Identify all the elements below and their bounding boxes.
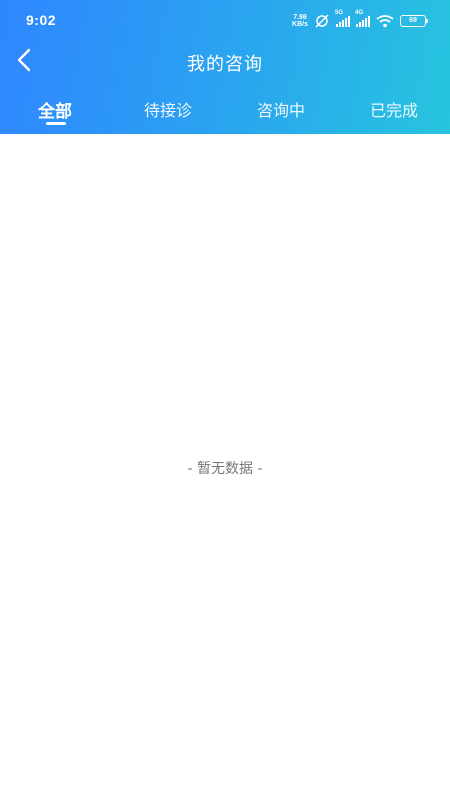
header: 9:02 7.98 KB/s 5G 4G 69 我的咨询 全部 待接诊 咨询中 … bbox=[0, 0, 450, 134]
tab-completed[interactable]: 已完成 bbox=[370, 97, 418, 121]
wifi-icon bbox=[376, 14, 394, 27]
signal-5g-label: 5G bbox=[335, 9, 344, 16]
empty-state-text: - 暂无数据 - bbox=[187, 461, 263, 477]
nav-bar: 我的咨询 bbox=[0, 40, 450, 84]
status-bar: 9:02 7.98 KB/s 5G 4G 69 bbox=[0, 0, 450, 40]
alarm-off-icon bbox=[315, 14, 329, 28]
network-speed: 7.98 KB/s bbox=[292, 14, 308, 28]
tab-all[interactable]: 全部 bbox=[38, 97, 72, 122]
network-speed-unit: KB/s bbox=[292, 21, 308, 28]
signal-5g-icon: 5G bbox=[335, 10, 350, 27]
signal-4g-icon: 4G bbox=[355, 10, 370, 27]
tab-bar: 全部 待接诊 咨询中 已完成 bbox=[0, 88, 450, 134]
tab-in-progress[interactable]: 咨询中 bbox=[257, 97, 305, 121]
network-speed-value: 7.98 bbox=[293, 14, 307, 21]
battery-icon: 69 bbox=[400, 15, 428, 27]
tab-indicator bbox=[46, 122, 66, 125]
status-time: 9:02 bbox=[26, 12, 57, 28]
status-icons: 7.98 KB/s 5G 4G 69 bbox=[292, 10, 428, 29]
tab-pending[interactable]: 待接诊 bbox=[144, 97, 192, 121]
page-title: 我的咨询 bbox=[187, 54, 263, 75]
signal-4g-label: 4G bbox=[355, 9, 364, 16]
